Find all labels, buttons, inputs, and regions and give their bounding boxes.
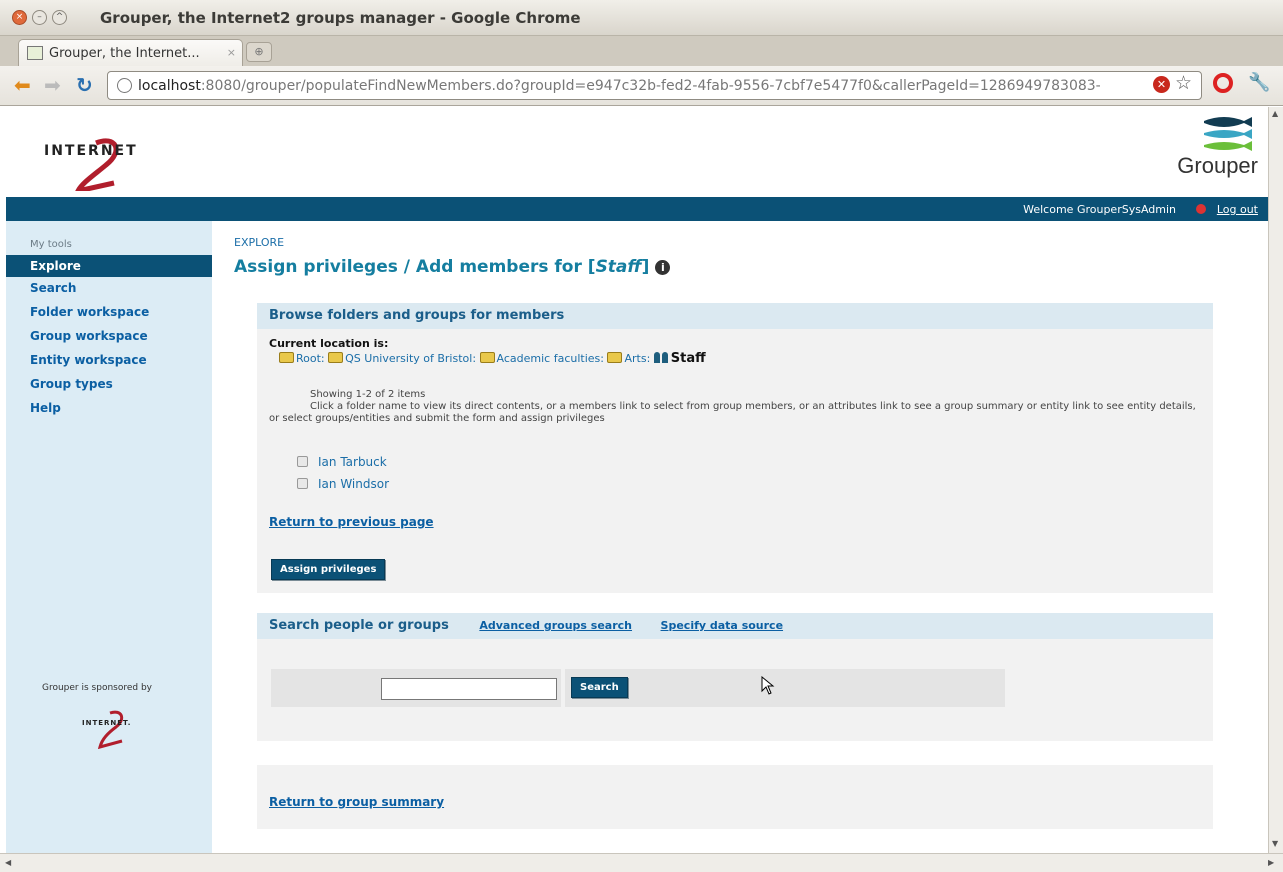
page-favicon-icon [27,46,43,60]
info-icon[interactable]: i [655,260,671,275]
sponsor-text: Grouper is sponsored by [42,683,153,693]
member-row: Ian Tarbuck [297,455,387,469]
tab-close-icon[interactable]: × [227,46,236,59]
sidebar-heading: My tools [30,239,72,250]
window-close-button[interactable]: × [12,10,27,25]
site-header: INTERNET Grouper [6,107,1268,197]
data-source-link[interactable]: Specify data source [661,619,783,632]
address-path: :8080/grouper/populateFindNewMembers.do?… [200,78,1101,94]
advanced-search-link[interactable]: Advanced groups search [479,619,632,632]
welcome-bar: Welcome GrouperSysAdmin Log out [6,197,1268,221]
internet2-wordmark: INTERNET [44,143,138,159]
path-root[interactable]: Root: [296,352,325,365]
browser-toolbar: ⬅ ➡ ↻ localhost:8080/grouper/populateFin… [0,66,1283,106]
breadcrumb[interactable]: EXPLORE [234,236,284,249]
browse-heading: Browse folders and groups for members [257,303,1213,329]
search-header: Search people or groups Advanced groups … [257,613,1213,639]
horizontal-scrollbar[interactable]: ◀ ▶ [0,853,1283,872]
sidebar-item-group-types[interactable]: Group types [30,377,113,391]
sidebar-item-group-workspace[interactable]: Group workspace [30,329,148,343]
window-minimize-button[interactable]: – [32,10,47,25]
folder-icon [607,352,623,363]
tab-strip: Grouper, the Internet... × ⊕ [0,36,1283,66]
search-heading: Search people or groups [269,618,449,633]
sidebar: My tools Explore Search Folder workspace… [6,221,212,853]
grouper-logo: Grouper [1148,115,1258,190]
scroll-right-icon[interactable]: ▶ [1268,858,1274,867]
page-title-group: Staff [595,257,642,277]
member-link-ian-windsor[interactable]: Ian Windsor [318,477,389,491]
sidebar-item-explore[interactable]: Explore [6,255,212,277]
path-university[interactable]: QS University of Bristol: [345,352,476,365]
logout-link[interactable]: Log out [1217,203,1258,216]
sidebar-item-folder-workspace[interactable]: Folder workspace [30,305,149,319]
return-previous-link[interactable]: Return to previous page [269,515,434,529]
folder-icon [479,352,495,363]
sidebar-item-search[interactable]: Search [30,281,76,295]
window-maximize-button[interactable]: ^ [52,10,67,25]
scroll-down-icon[interactable]: ▼ [1272,839,1278,848]
folder-icon [279,352,294,363]
extension-o-icon[interactable] [1213,73,1233,93]
path-current-group: Staff [670,351,706,366]
member-checkbox-ian-tarbuck[interactable] [297,456,308,467]
window-title: Grouper, the Internet2 groups manager - … [100,9,581,27]
search-form: Search [271,669,1005,707]
scroll-up-icon[interactable]: ▲ [1272,109,1278,118]
sponsor-internet2-logo: INTERNET. [80,705,144,750]
search-panel: Search people or groups Advanced groups … [257,613,1213,741]
stop-icon[interactable]: ✕ [1153,76,1170,93]
member-checkbox-ian-windsor[interactable] [297,478,308,489]
back-arrow-icon[interactable]: ⬅ [14,74,31,96]
address-bar[interactable]: localhost:8080/grouper/populateFindNewMe… [107,71,1202,100]
path-arts[interactable]: Arts: [624,352,650,365]
return-summary-link[interactable]: Return to group summary [269,795,444,809]
browse-panel: Browse folders and groups for members Cu… [257,303,1213,593]
path-faculties[interactable]: Academic faculties: [497,352,604,365]
folder-icon [328,352,344,363]
sidebar-item-help[interactable]: Help [30,401,61,415]
sidebar-item-entity-workspace[interactable]: Entity workspace [30,353,147,367]
logout-icon [1196,204,1206,214]
forward-arrow-icon[interactable]: ➡ [44,74,61,96]
svg-text:INTERNET.: INTERNET. [82,719,131,727]
main-content: EXPLORE Assign privileges / Add members … [212,221,1268,853]
browse-help-text: Click a folder name to view its direct c… [269,401,1196,424]
scroll-left-icon[interactable]: ◀ [5,858,11,867]
wrench-menu-icon[interactable]: 🔧 [1248,72,1270,93]
summary-panel: Return to group summary [257,765,1213,829]
internet2-logo: INTERNET [44,121,154,191]
group-icon [653,352,669,363]
form-divider [561,669,565,707]
showing-count: Showing 1-2 of 2 items [310,389,426,400]
location-path: Root: QS University of Bristol: Academic… [279,351,706,366]
welcome-text: Welcome GrouperSysAdmin [1023,203,1176,216]
window-title-bar: × – ^ Grouper, the Internet2 groups mana… [0,0,1283,36]
member-link-ian-tarbuck[interactable]: Ian Tarbuck [318,455,387,469]
globe-icon [117,78,132,93]
assign-privileges-button[interactable]: Assign privileges [271,559,386,580]
bookmark-star-icon[interactable]: ☆ [1175,72,1192,94]
mouse-cursor-icon [761,676,775,695]
browser-tab[interactable]: Grouper, the Internet... × [18,39,243,66]
vertical-scrollbar[interactable]: ▲ ▼ [1268,107,1283,853]
member-row: Ian Windsor [297,477,389,491]
page-viewport: INTERNET Grouper Welcome GrouperSysAdmin… [6,107,1268,853]
search-input[interactable] [381,678,557,700]
search-button[interactable]: Search [571,677,628,698]
address-host: localhost [138,78,201,94]
new-tab-button[interactable]: ⊕ [246,42,272,62]
current-location-label: Current location is: [269,337,389,350]
tab-title: Grouper, the Internet... [49,46,200,61]
reload-icon[interactable]: ↻ [76,74,93,96]
page-title: Assign privileges / Add members for [Sta… [234,257,671,277]
page-title-suffix: ] [641,257,650,277]
grouper-wordmark: Grouper [1177,153,1258,178]
page-title-prefix: Assign privileges / Add members for [ [234,257,596,277]
